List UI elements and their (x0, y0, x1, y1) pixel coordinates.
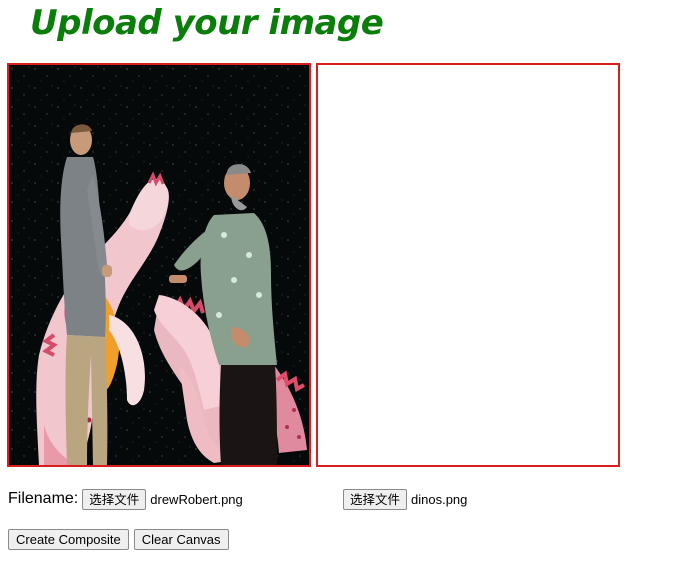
source-image-canvas[interactable] (7, 63, 311, 467)
choose-file-button-primary[interactable]: 选择文件 (82, 488, 147, 510)
page-title: Upload your image (30, 3, 384, 43)
clear-canvas-button[interactable]: Clear Canvas (133, 529, 229, 550)
upload-row-secondary: 选择文件 dinos.png (343, 487, 467, 511)
selected-file-name-secondary: dinos.png (411, 491, 468, 507)
action-buttons: Create Composite Clear Canvas (8, 529, 229, 550)
filename-label: Filename: (8, 490, 79, 507)
upload-row-primary: Filename: 选择文件 drewRobert.png (8, 487, 243, 511)
uploaded-photo-image (9, 65, 309, 465)
result-canvas[interactable] (316, 63, 620, 467)
create-composite-button[interactable]: Create Composite (8, 529, 129, 550)
choose-file-button-secondary[interactable]: 选择文件 (343, 488, 408, 510)
selected-file-name-primary: drewRobert.png (150, 491, 243, 507)
